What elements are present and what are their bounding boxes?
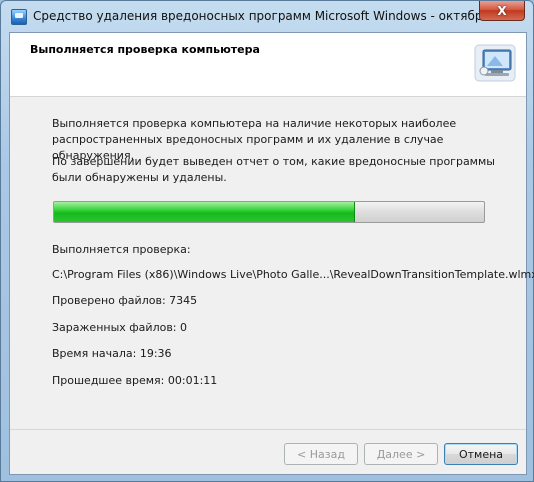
window-title: Средство удаления вредоносных программ M…	[33, 9, 524, 23]
footer-divider	[10, 429, 526, 430]
scan-progress-bar	[53, 201, 485, 223]
progress-fill	[54, 202, 355, 222]
next-button[interactable]: Далее >	[364, 443, 438, 465]
wizard-header: Выполняется проверка компьютера	[10, 33, 526, 97]
computer-scan-icon	[474, 44, 516, 82]
page-title: Выполняется проверка компьютера	[30, 43, 260, 56]
current-file-path: C:\Program Files (x86)\Windows Live\Phot…	[52, 268, 534, 281]
files-checked: Проверено файлов: 7345	[52, 294, 198, 307]
elapsed-time: Прошедшее время: 00:01:11	[52, 374, 218, 387]
title-bar[interactable]: Средство удаления вредоносных программ M…	[1, 1, 533, 33]
back-button[interactable]: < Назад	[284, 443, 358, 465]
app-icon	[11, 9, 27, 25]
description-report: По завершении будет выведен отчет о том,…	[52, 155, 495, 184]
start-time: Время начала: 19:36	[52, 347, 172, 360]
scanning-label: Выполняется проверка:	[52, 243, 191, 256]
wizard-client-area: Выполняется проверка компьютера Выполняе…	[9, 32, 534, 475]
close-button[interactable]: X	[479, 1, 525, 21]
cancel-button[interactable]: Отмена	[444, 443, 518, 465]
window-frame: Средство удаления вредоносных программ M…	[0, 0, 534, 482]
infected-files: Зараженных файлов: 0	[52, 321, 188, 334]
close-icon: X	[497, 3, 507, 18]
